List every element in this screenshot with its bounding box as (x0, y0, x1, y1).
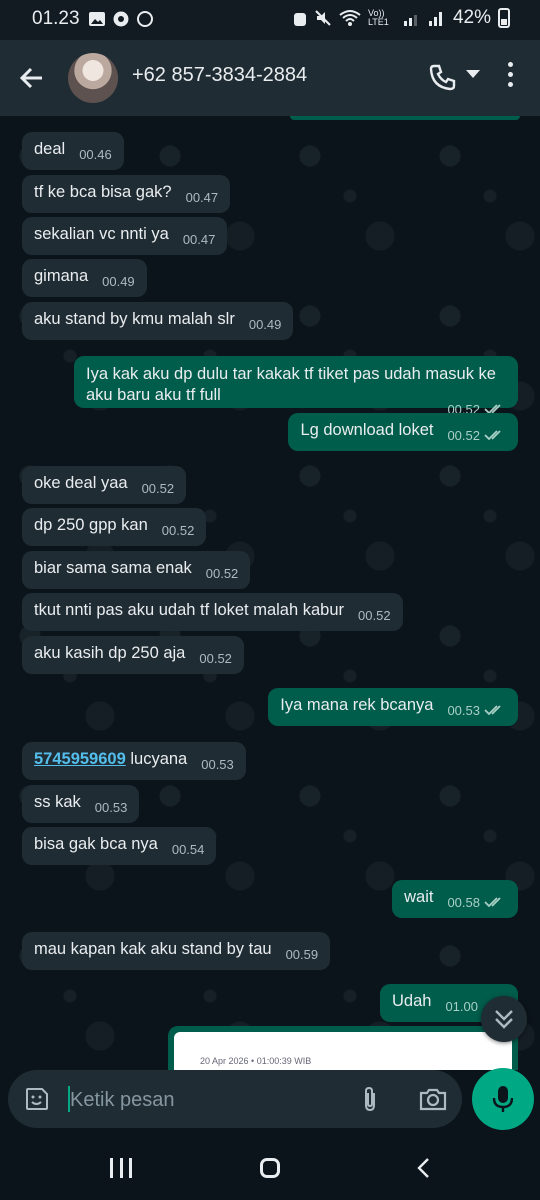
avatar[interactable] (68, 53, 118, 103)
message-incoming[interactable]: sekalian vc nnti ya 00.47 (22, 217, 228, 255)
read-receipt-icon (484, 430, 501, 441)
signal-2-icon (428, 12, 442, 26)
scroll-to-bottom-button[interactable] (481, 996, 527, 1042)
message-composer (8, 1070, 462, 1128)
attach-paperclip-icon[interactable] (358, 1084, 382, 1114)
volte-label: Vo)) LTE1 (367, 8, 389, 27)
alarm-icon (293, 13, 306, 26)
notification-icons (88, 10, 154, 28)
call-dropdown-icon[interactable] (466, 70, 480, 78)
message-input[interactable] (68, 1086, 342, 1114)
back-arrow-icon[interactable] (16, 62, 48, 94)
status-time: 01.23 (32, 8, 80, 29)
system-navigation-bar (0, 1136, 540, 1200)
double-chevron-down-icon (495, 1010, 513, 1029)
message-incoming[interactable]: 5745959609 lucyana 00.53 (22, 742, 246, 780)
message-incoming[interactable]: tf ke bca bisa gak? 00.47 (22, 175, 231, 213)
system-status-icons: Vo)) LTE1 42% (293, 7, 510, 29)
sync-notification-icon (113, 11, 129, 27)
gallery-notification-icon (89, 12, 105, 26)
read-receipt-icon (484, 705, 501, 716)
message-incoming[interactable]: aku kasih dp 250 aja 00.52 (22, 636, 244, 674)
message-incoming[interactable]: tkut nnti pas aku udah tf loket malah ka… (22, 593, 403, 631)
message-outgoing[interactable]: wait 00.58 (392, 880, 518, 918)
account-number-link[interactable]: 5745959609 (34, 750, 126, 768)
chat-area[interactable]: deal 00.46 tf ke bca bisa gak? 00.47 sekal… (0, 116, 540, 1070)
message-incoming[interactable]: biar sama sama enak 00.52 (22, 551, 251, 589)
wifi-icon (339, 10, 361, 26)
message-incoming[interactable]: mau kapan kak aku stand by tau 00.59 (22, 932, 331, 970)
contact-name[interactable]: +62 857-3834-2884 (132, 64, 307, 87)
message-incoming[interactable]: aku stand by kmu malah slr 00.49 (22, 302, 294, 340)
chat-header: +62 857-3834-2884 (0, 40, 540, 116)
home-icon[interactable] (260, 1158, 280, 1178)
message-incoming[interactable]: dp 250 gpp kan 00.52 (22, 508, 207, 546)
microphone-icon (492, 1086, 514, 1112)
nav-back-icon[interactable] (414, 1158, 434, 1178)
previous-message-edge (290, 116, 520, 120)
mute-icon (315, 10, 331, 26)
voice-call-icon[interactable] (428, 62, 458, 92)
recent-apps-icon[interactable] (110, 1158, 132, 1178)
text-cursor (68, 1086, 70, 1112)
message-outgoing[interactable]: Iya mana rek bcanya 00.53 (268, 688, 518, 726)
receipt-image: 20 Apr 2026 • 01:00:39 WIB (174, 1032, 512, 1070)
message-outgoing[interactable]: Iya kak aku dp dulu tar kakak tf tiket p… (74, 356, 518, 417)
status-bar: 01.23 Vo)) LTE1 42% (0, 0, 540, 40)
sticker-emoji-icon[interactable] (24, 1086, 50, 1112)
message-outgoing[interactable]: Lg download loket 00.52 (288, 413, 518, 451)
more-options-icon[interactable] (504, 62, 516, 92)
battery-icon (498, 8, 510, 28)
message-incoming[interactable]: deal 00.46 (22, 132, 124, 170)
message-incoming[interactable]: ss kak 00.53 (22, 785, 140, 823)
read-receipt-icon (484, 897, 501, 908)
message-incoming[interactable]: gimana 00.49 (22, 259, 147, 297)
chat-notification-icon (137, 11, 153, 27)
battery-percent: 42% (452, 7, 491, 28)
signal-1-icon (403, 15, 417, 26)
message-incoming[interactable]: oke deal yaa 00.52 (22, 466, 187, 504)
message-incoming[interactable]: bisa gak bca nya 00.54 (22, 827, 217, 865)
camera-icon[interactable] (418, 1086, 448, 1112)
voice-message-button[interactable] (472, 1068, 534, 1130)
image-message-preview[interactable]: 20 Apr 2026 • 01:00:39 WIB (168, 1026, 518, 1070)
